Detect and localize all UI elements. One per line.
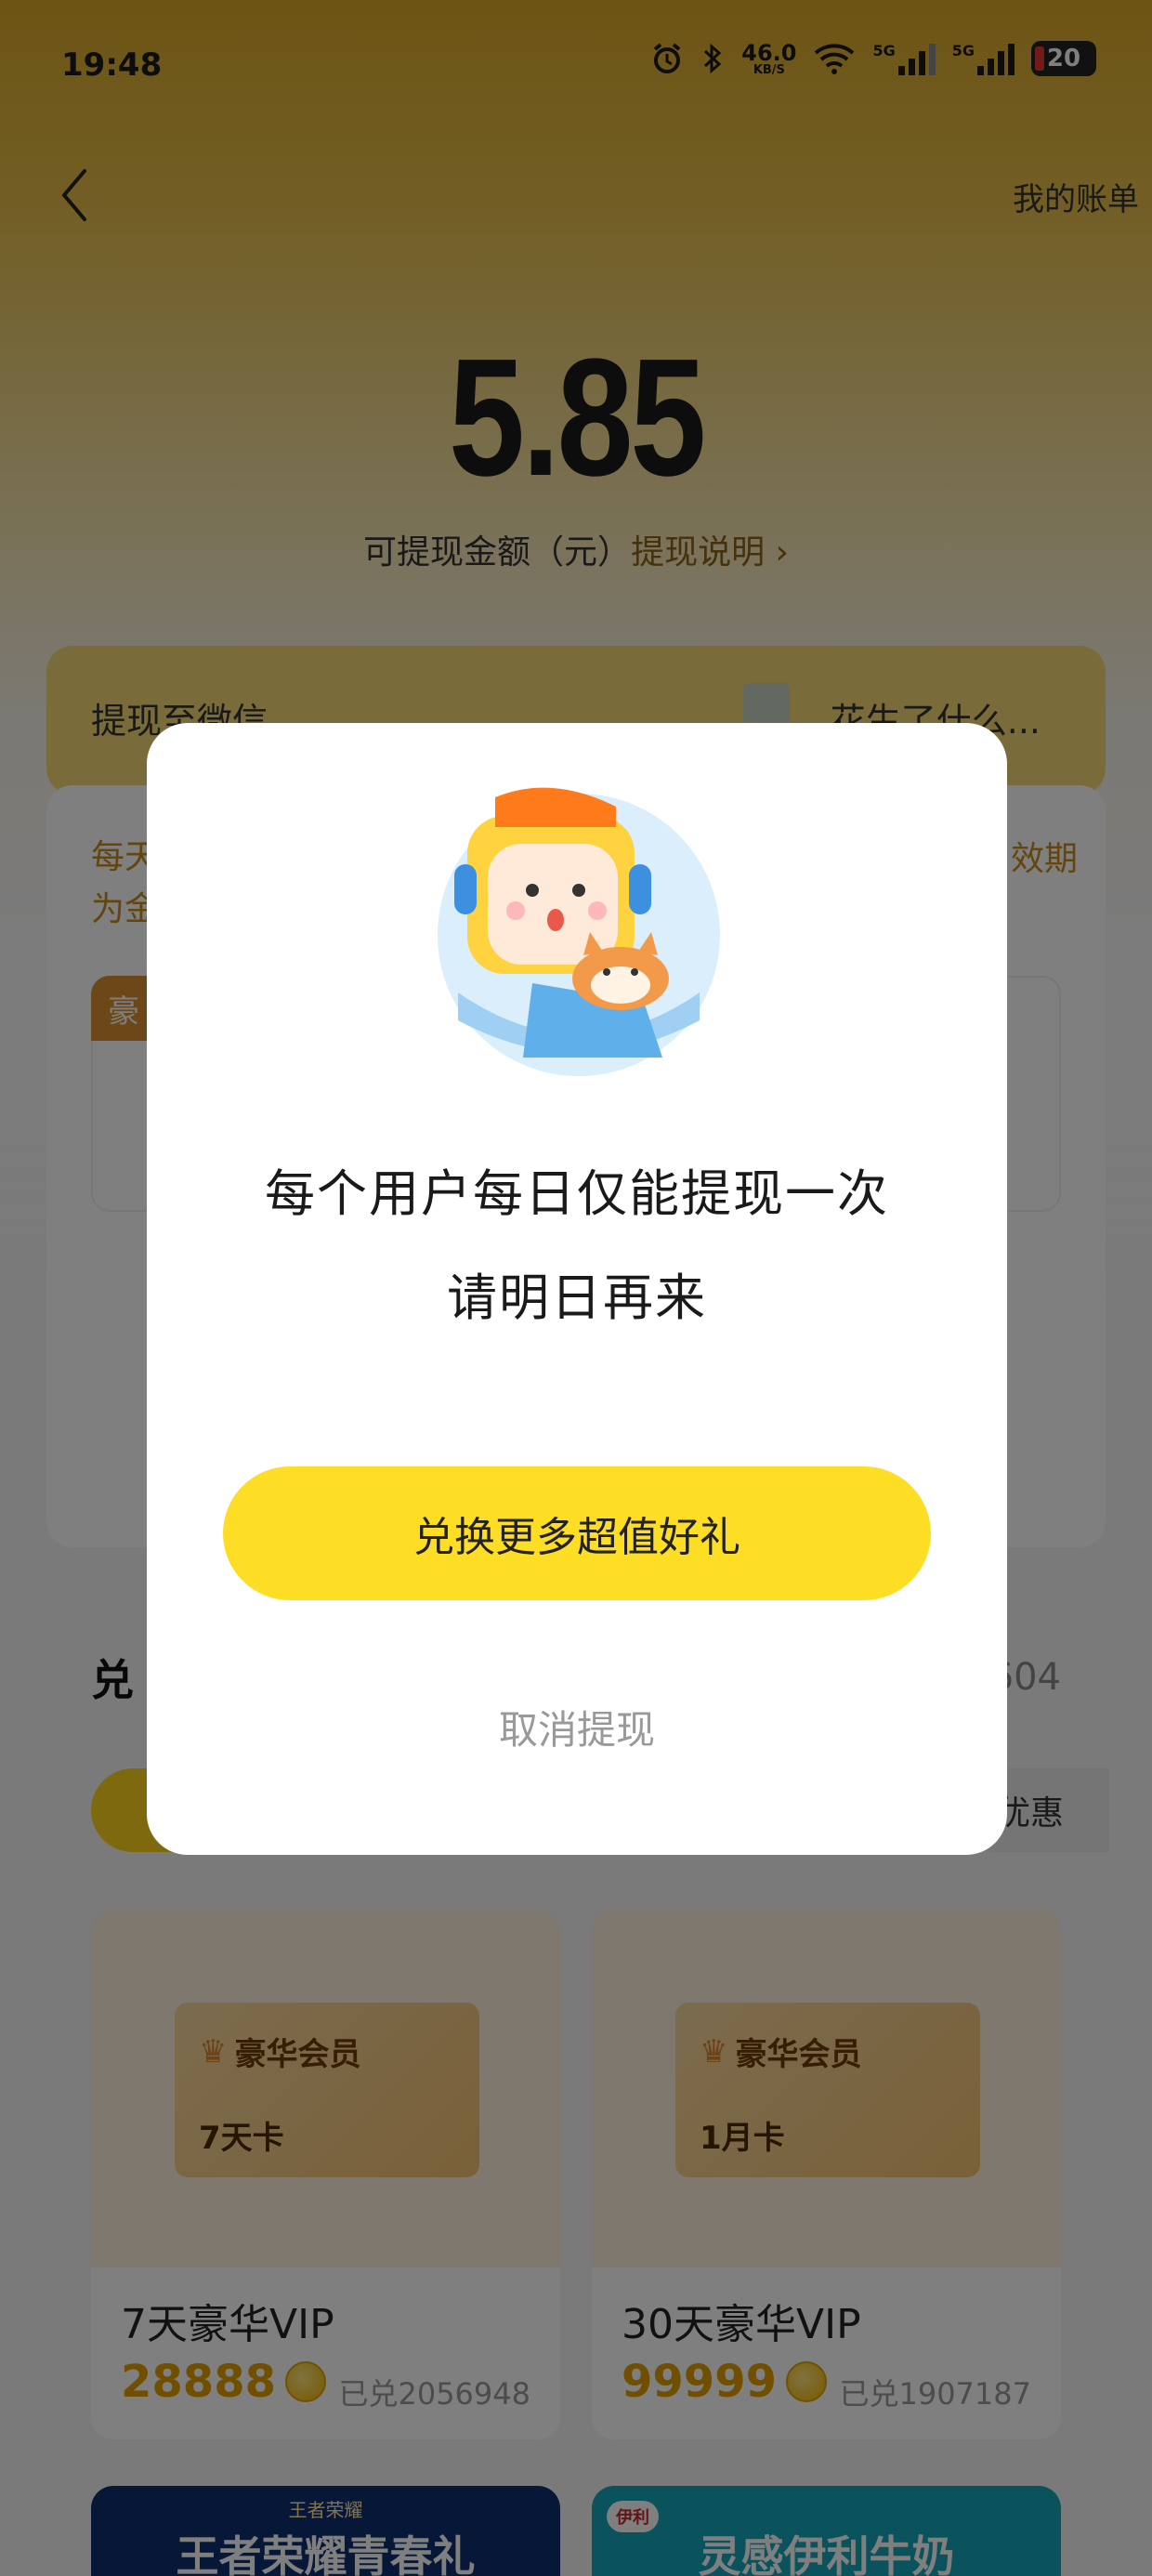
withdraw-limit-dialog: 每个用户每日仅能提现一次 请明日再来 兑换更多超值好礼 取消提现 <box>147 723 1007 1855</box>
exchange-more-gifts-button[interactable]: 兑换更多超值好礼 <box>223 1466 931 1600</box>
cancel-withdraw-button[interactable]: 取消提现 <box>147 1699 1007 1755</box>
dialog-message-line2: 请明日再来 <box>447 1268 707 1327</box>
withdraw-page: 19:48 46.0 KB/S 5G 5G 20 我的账单 5.85 <box>0 0 1152 2576</box>
dialog-message-line1: 每个用户每日仅能提现一次 <box>265 1164 889 1223</box>
mascot-illustration <box>438 787 720 1076</box>
